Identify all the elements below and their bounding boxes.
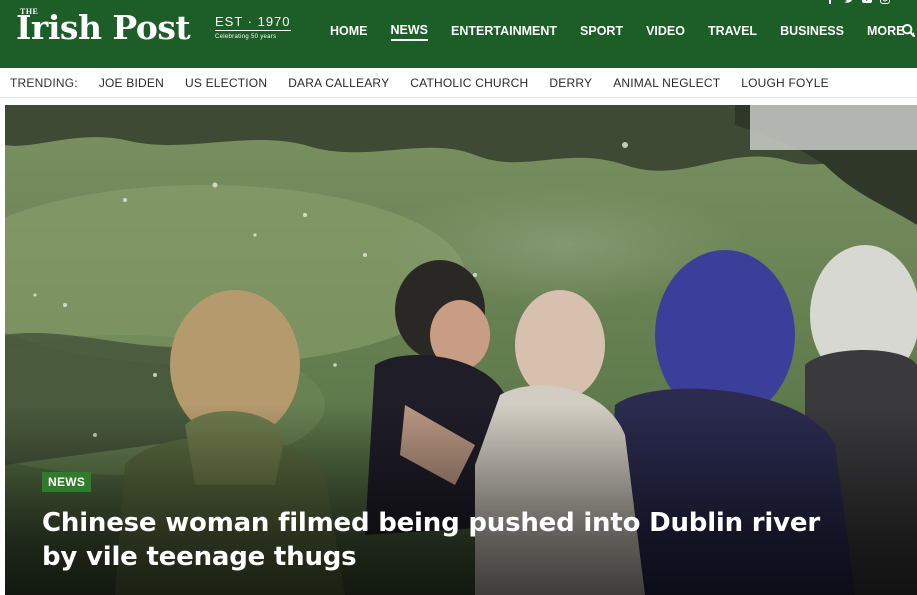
trending-item-derry[interactable]: DERRY	[549, 76, 592, 90]
trending-label: TRENDING:	[10, 75, 78, 90]
youtube-icon[interactable]	[862, 0, 872, 4]
search-icon[interactable]	[902, 24, 916, 38]
instagram-icon[interactable]	[880, 0, 890, 4]
nav-sport[interactable]: SPORT	[580, 22, 623, 40]
trending-item-catholic-church[interactable]: CATHOLIC CHURCH	[410, 76, 528, 90]
nav-travel[interactable]: TRAVEL	[708, 22, 757, 40]
twitter-icon[interactable]	[844, 0, 854, 4]
main-nav: HOME NEWS ENTERTAINMENT SPORT VIDEO TRAV…	[330, 21, 916, 41]
hero-article[interactable]: NEWS Chinese woman filmed being pushed i…	[5, 105, 917, 595]
nav-more-label: MORE	[866, 23, 905, 38]
site-logo[interactable]: Irish Post	[16, 8, 191, 48]
celebrating-label: Celebrating 50 years	[215, 34, 277, 40]
social-links	[826, 0, 890, 4]
category-badge[interactable]: NEWS	[42, 472, 92, 492]
trending-item-us-election[interactable]: US ELECTION	[185, 76, 267, 90]
trending-item-dara-calleary[interactable]: DARA CALLEARY	[288, 76, 389, 90]
trending-item-lough-foyle[interactable]: LOUGH FOYLE	[741, 76, 829, 90]
article-headline[interactable]: Chinese woman filmed being pushed into D…	[42, 506, 842, 574]
nav-home[interactable]: HOME	[330, 22, 368, 40]
trending-bar: TRENDING: JOE BIDEN US ELECTION DARA CAL…	[0, 68, 917, 98]
nav-entertainment[interactable]: ENTERTAINMENT	[451, 22, 557, 40]
nav-business[interactable]: BUSINESS	[780, 22, 844, 40]
nav-video[interactable]: VIDEO	[646, 22, 685, 40]
trending-item-joe-biden[interactable]: JOE BIDEN	[99, 76, 164, 90]
site-header: THE Irish Post EST · 1970 Celebrating 50…	[0, 0, 917, 68]
nav-news[interactable]: NEWS	[390, 21, 428, 41]
trending-item-animal-neglect[interactable]: ANIMAL NEGLECT	[613, 76, 720, 90]
facebook-icon[interactable]	[826, 0, 836, 4]
est-label: EST · 1970	[215, 14, 291, 31]
